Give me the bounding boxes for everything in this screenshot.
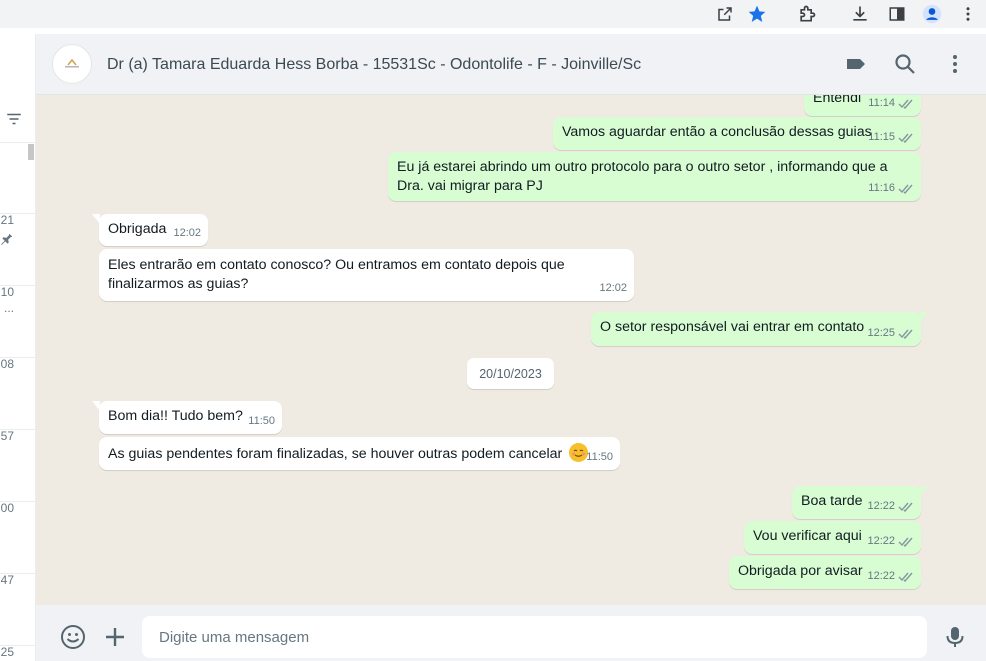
open-external-icon[interactable] [715, 4, 735, 24]
download-icon[interactable] [850, 4, 870, 24]
contact-name: Dr (a) Tamara Eduarda Hess Borba - 15531… [107, 56, 642, 73]
message-outgoing[interactable]: Vamos aguardar então a conclusão dessas … [553, 117, 921, 150]
message-time: 12:02 [599, 282, 627, 294]
message-meta: 12:22 [867, 532, 914, 551]
message-outgoing[interactable]: Boa tarde 12:22 [792, 486, 928, 519]
chat-list-item[interactable]: 08 [0, 286, 35, 371]
filter-icon[interactable] [5, 110, 23, 128]
browser-toolbar [0, 0, 986, 28]
message-text: Obrigada por avisar [738, 563, 863, 579]
message-time: 12:22 [867, 500, 895, 512]
message-time: 12:22 [867, 570, 895, 582]
message-text: Vou verificar aqui [753, 528, 862, 544]
chat-time: 25 [0, 645, 14, 659]
message-text-line: Eu já estarei abrindo um outro protocolo… [397, 159, 888, 175]
double-check-icon [898, 184, 913, 194]
message-time: 12:25 [867, 327, 895, 339]
message-time: 11:50 [586, 451, 613, 463]
chat-list-item[interactable]: 21 [0, 142, 35, 245]
message-outgoing[interactable]: O setor responsável vai entrar em contat… [591, 312, 928, 346]
date-divider: 20/10/2023 [467, 358, 554, 389]
message-meta: 12:22 [867, 497, 914, 516]
chat-header[interactable]: Dr (a) Tamara Eduarda Hess Borba - 15531… [36, 34, 986, 95]
message-time: 12:22 [867, 535, 895, 547]
message-text: Vamos aguardar então a conclusão dessas … [562, 124, 872, 140]
menu-icon[interactable] [943, 52, 967, 76]
composer-bar [36, 605, 986, 661]
message-time: 11:15 [868, 131, 895, 143]
message-time: 11:14 [868, 97, 895, 109]
message-input[interactable] [142, 616, 927, 658]
message-time: 11:16 [868, 182, 895, 194]
message-incoming[interactable]: Obrigada 12:02 [92, 214, 208, 246]
message-meta: 11:15 [868, 128, 914, 147]
message-time: 11:50 [248, 415, 275, 427]
message-meta: 11:50 [586, 448, 613, 467]
message-meta: 11:16 [868, 179, 914, 198]
message-meta: 12:02 [173, 224, 201, 243]
message-meta: 12:22 [867, 567, 914, 586]
message-text: Entendi [813, 95, 862, 106]
message-incoming[interactable]: Eles entrarão em contato conosco? Ou ent… [99, 249, 634, 301]
double-check-icon [898, 537, 913, 547]
double-check-icon [898, 133, 913, 143]
side-panel-icon[interactable] [887, 4, 907, 24]
search-icon[interactable] [893, 52, 917, 76]
message-meta: 11:50 [248, 412, 275, 431]
double-check-icon [898, 572, 913, 582]
double-check-icon [898, 329, 913, 339]
message-text: Obrigada [108, 221, 167, 237]
message-text-line: finalizarmos as guias? [108, 276, 249, 292]
chat-list-item[interactable]: 10 ... [0, 214, 35, 315]
message-text-line: Eles entrarão em contato conosco? Ou ent… [108, 257, 565, 273]
double-check-icon [898, 99, 913, 109]
contact-avatar[interactable] [52, 44, 92, 84]
profile-icon[interactable] [922, 4, 942, 24]
message-outgoing[interactable]: Entendi 11:14 [804, 95, 921, 116]
more-vert-icon[interactable] [958, 4, 978, 24]
message-time: 12:02 [173, 227, 201, 239]
menu-icon[interactable] [0, 48, 4, 78]
message-meta: 12:02 [599, 279, 627, 298]
chat-list-item[interactable]: 25 [0, 574, 35, 659]
message-incoming[interactable]: Bom dia!! Tudo bem? 11:50 [92, 401, 282, 434]
message-text-line: Dra. vai migrar para PJ [397, 178, 543, 194]
message-list[interactable]: Entendi 11:14 Vamos aguardar então a con… [36, 95, 986, 605]
search-row [0, 96, 35, 143]
message-outgoing[interactable]: Eu já estarei abrindo um outro protocolo… [388, 152, 921, 201]
chat-list-item[interactable]: 47 [0, 502, 35, 587]
message-text: O setor responsável vai entrar em contat… [600, 319, 865, 335]
message-outgoing[interactable]: Obrigada por avisar 12:22 [729, 556, 921, 589]
message-text: Boa tarde [801, 493, 863, 509]
message-outgoing[interactable]: Vou verificar aqui 12:22 [744, 521, 921, 554]
message-meta: 11:14 [868, 95, 914, 113]
message-incoming[interactable]: As guias pendentes foram finalizadas, se… [99, 437, 620, 470]
extensions-icon[interactable] [797, 4, 817, 24]
attach-plus-icon[interactable] [102, 624, 128, 650]
label-icon[interactable] [844, 52, 868, 76]
message-text: Bom dia!! Tudo bem? [108, 408, 243, 424]
microphone-icon[interactable] [942, 624, 968, 650]
bookmark-star-icon[interactable] [747, 4, 767, 24]
message-meta: 12:25 [867, 324, 914, 343]
emoji-icon[interactable] [60, 624, 86, 650]
double-check-icon [898, 502, 913, 512]
chat-list-item[interactable]: 00 [0, 430, 35, 515]
message-text: As guias pendentes foram finalizadas, se… [108, 446, 563, 462]
chat-list-sidebar: 21 10 ... 08 57 00 47 25 [0, 34, 36, 661]
chat-list-item[interactable]: 57 [0, 358, 35, 443]
